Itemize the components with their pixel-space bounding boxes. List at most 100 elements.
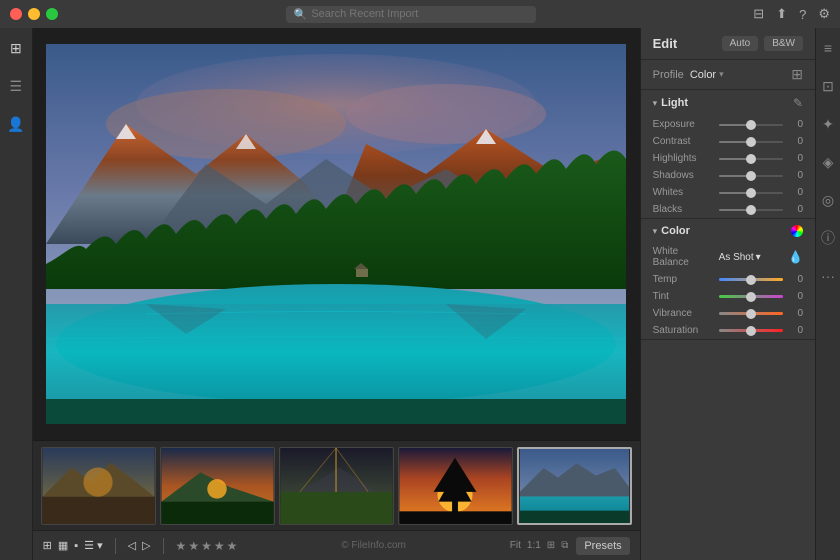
separator-1: [115, 538, 116, 554]
tint-value: 0: [789, 291, 803, 302]
color-circle-icon: [791, 225, 803, 237]
toolbar-redeye-icon[interactable]: ◎: [816, 188, 840, 212]
blacks-track[interactable]: [719, 209, 783, 211]
tint-thumb[interactable]: [746, 292, 756, 302]
copyright-text: © FileInfo.com: [245, 540, 501, 551]
star-5[interactable]: ★: [227, 539, 238, 553]
temp-row: Temp 0: [641, 271, 815, 288]
vibrance-value: 0: [789, 308, 803, 319]
toolbar-crop-icon[interactable]: ⊡: [816, 74, 840, 98]
star-4[interactable]: ★: [214, 539, 225, 553]
temp-value: 0: [789, 274, 803, 285]
thumbnail-4[interactable]: [398, 447, 513, 525]
thumbnail-2[interactable]: [160, 447, 275, 525]
light-chevron-icon: ▾: [653, 98, 658, 109]
light-section-header[interactable]: ▾ Light ✎: [641, 90, 815, 116]
toolbar-more-icon[interactable]: ···: [816, 264, 840, 288]
profile-grid-icon[interactable]: ⊞: [791, 66, 803, 83]
search-input[interactable]: [311, 8, 511, 20]
light-edit-icon[interactable]: ✎: [793, 96, 803, 110]
view-icons: ⊞ ▦ ▪ ☰ ▾: [43, 539, 103, 552]
blacks-thumb[interactable]: [746, 205, 756, 215]
grid-icon-2[interactable]: ⊞: [547, 540, 555, 551]
grid-view-icon[interactable]: ⊞: [43, 539, 52, 552]
nav-icons: ◁ ▷: [128, 539, 151, 552]
auto-button[interactable]: Auto: [722, 36, 759, 51]
minimize-button[interactable]: [28, 8, 40, 20]
star-3[interactable]: ★: [201, 539, 212, 553]
tint-track[interactable]: [719, 295, 783, 298]
shadows-label: Shadows: [653, 170, 713, 181]
zoom-icon[interactable]: ⧉: [561, 540, 568, 551]
star-rating[interactable]: ★ ★ ★ ★ ★: [176, 539, 238, 553]
light-section-title: Light: [661, 97, 688, 109]
sidebar-icon-people[interactable]: 👤: [4, 112, 28, 136]
star-2[interactable]: ★: [188, 539, 199, 553]
temp-track[interactable]: [719, 278, 783, 281]
close-button[interactable]: [10, 8, 22, 20]
thumbnail-3[interactable]: [279, 447, 394, 525]
contrast-label: Contrast: [653, 136, 713, 147]
search-icon: 🔍: [294, 8, 308, 21]
eyedropper-icon[interactable]: 💧: [788, 250, 803, 264]
exposure-track[interactable]: [719, 124, 783, 126]
vibrance-row: Vibrance 0: [641, 305, 815, 322]
white-balance-row: White Balance As Shot ▾ 💧: [641, 243, 815, 271]
whites-label: Whites: [653, 187, 713, 198]
wb-value-container[interactable]: As Shot ▾: [719, 252, 761, 263]
shadows-thumb[interactable]: [746, 171, 756, 181]
saturation-track[interactable]: [719, 329, 783, 332]
list-view-chevron[interactable]: ☰ ▾: [84, 539, 102, 552]
next-icon[interactable]: ▷: [142, 539, 150, 552]
thumbnail-5[interactable]: [517, 447, 632, 525]
contrast-track[interactable]: [719, 141, 783, 143]
traffic-lights: [10, 8, 58, 20]
toolbar-info-icon[interactable]: ⓘ: [816, 226, 840, 250]
compact-view-icon[interactable]: ▦: [58, 539, 68, 552]
vibrance-thumb[interactable]: [746, 309, 756, 319]
bottom-toolbar: ⊞ ▦ ▪ ☰ ▾ ◁ ▷ ★ ★ ★ ★ ★ © FileInfo.com F…: [33, 530, 640, 560]
exposure-row: Exposure 0: [641, 116, 815, 133]
color-section: ▾ Color White Balance As Shot ▾ 💧 Temp: [641, 219, 815, 340]
vibrance-track[interactable]: [719, 312, 783, 315]
star-1[interactable]: ★: [176, 539, 187, 553]
help-icon[interactable]: ?: [799, 7, 806, 22]
prev-icon[interactable]: ◁: [128, 539, 136, 552]
shadows-track[interactable]: [719, 175, 783, 177]
contrast-row: Contrast 0: [641, 133, 815, 150]
exposure-thumb[interactable]: [746, 120, 756, 130]
toolbar-gradient-icon[interactable]: ◈: [816, 150, 840, 174]
saturation-thumb[interactable]: [746, 326, 756, 336]
bw-button[interactable]: B&W: [764, 36, 803, 51]
square-view-icon[interactable]: ▪: [74, 540, 78, 552]
profile-value-container[interactable]: Color ▾: [690, 69, 724, 81]
toolbar-sliders-icon[interactable]: ≡: [816, 36, 840, 60]
profile-chevron-icon: ▾: [719, 69, 724, 80]
whites-track[interactable]: [719, 192, 783, 194]
contrast-value: 0: [789, 136, 803, 147]
highlights-thumb[interactable]: [746, 154, 756, 164]
search-bar: 🔍: [68, 6, 753, 23]
panel-actions: Auto B&W: [722, 36, 803, 51]
share-icon[interactable]: ⬆: [776, 6, 787, 22]
sidebar-icon-list[interactable]: ☰: [4, 74, 28, 98]
contrast-thumb[interactable]: [746, 137, 756, 147]
center-panel: ⊞ ▦ ▪ ☰ ▾ ◁ ▷ ★ ★ ★ ★ ★ © FileInfo.com F…: [33, 28, 640, 560]
sidebar-icon-grid[interactable]: ⊞: [4, 36, 28, 60]
toolbar-brush-icon[interactable]: ✦: [816, 112, 840, 136]
presets-button[interactable]: Presets: [576, 537, 629, 555]
right-toolbar: ≡ ⊡ ✦ ◈ ◎ ⓘ ···: [815, 28, 840, 560]
color-section-header[interactable]: ▾ Color: [641, 219, 815, 243]
exposure-value: 0: [789, 119, 803, 130]
maximize-button[interactable]: [46, 8, 58, 20]
search-wrapper: 🔍: [286, 6, 536, 23]
filter-icon[interactable]: ⊟: [753, 6, 764, 22]
whites-value: 0: [789, 187, 803, 198]
whites-thumb[interactable]: [746, 188, 756, 198]
settings-icon[interactable]: ⚙: [818, 6, 830, 22]
temp-thumb[interactable]: [746, 275, 756, 285]
thumbnail-1[interactable]: [41, 447, 156, 525]
highlights-track[interactable]: [719, 158, 783, 160]
profile-label: Profile: [653, 69, 684, 81]
edit-title: Edit: [653, 36, 678, 51]
